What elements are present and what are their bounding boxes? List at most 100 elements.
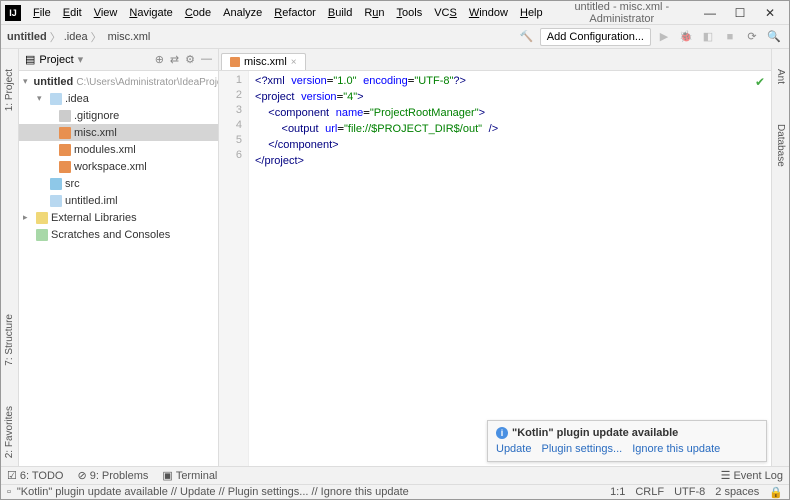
target-icon[interactable]: ⊕: [155, 53, 164, 66]
tree-scratches[interactable]: Scratches and Consoles: [19, 226, 218, 243]
status-tool-icon[interactable]: ▫: [7, 486, 11, 498]
menu-vcs[interactable]: VCS: [428, 5, 463, 21]
menu-refactor[interactable]: Refactor: [268, 5, 322, 21]
status-encoding[interactable]: UTF-8: [674, 486, 705, 499]
left-tool-strip: 1: Project 7: Structure 2: Favorites: [1, 49, 19, 466]
chevron-right-icon: 〉: [50, 29, 61, 45]
tool-favorites[interactable]: 2: Favorites: [4, 406, 15, 458]
menu-analyze[interactable]: Analyze: [217, 5, 268, 21]
expand-icon[interactable]: ⇄: [170, 53, 179, 66]
menu-build[interactable]: Build: [322, 5, 358, 21]
maximize-button[interactable]: ☐: [725, 3, 755, 23]
notification-title: "Kotlin" plugin update available: [512, 427, 678, 439]
info-icon: i: [496, 427, 508, 439]
window-title: untitled - misc.xml - Administrator: [549, 1, 695, 25]
notification-settings-link[interactable]: Plugin settings...: [541, 443, 622, 455]
app-icon: IJ: [5, 5, 21, 21]
status-eol[interactable]: CRLF: [635, 486, 664, 499]
panel-title: Project: [39, 54, 73, 66]
dropdown-icon[interactable]: ▾: [78, 53, 84, 66]
right-tool-strip: Ant Database: [771, 49, 789, 466]
tree-gitignore[interactable]: .gitignore: [19, 107, 218, 124]
tab-misc[interactable]: misc.xml ×: [221, 53, 306, 70]
tool-project[interactable]: 1: Project: [4, 69, 15, 111]
line-gutter: 123456: [219, 71, 249, 466]
editor-tabs: misc.xml ×: [219, 49, 771, 71]
problems-icon: ⊘: [77, 469, 86, 482]
close-tab-icon[interactable]: ×: [291, 57, 297, 68]
menu-help[interactable]: Help: [514, 5, 549, 21]
menu-edit[interactable]: Edit: [57, 5, 88, 21]
breadcrumb-root[interactable]: untitled: [7, 31, 47, 43]
search-icon[interactable]: 🔍: [765, 28, 783, 46]
menu-tools[interactable]: Tools: [391, 5, 429, 21]
file-icon: [59, 110, 71, 122]
code-content[interactable]: <?xml version="1.0" encoding="UTF-8"?> <…: [249, 71, 771, 466]
status-lock-icon[interactable]: 🔒: [769, 486, 783, 499]
titlebar: IJ File Edit View Navigate Code Analyze …: [1, 1, 789, 25]
code-editor[interactable]: 123456 <?xml version="1.0" encoding="UTF…: [219, 71, 771, 466]
tree-idea[interactable]: ▾.idea: [19, 90, 218, 107]
editor-area: misc.xml × 123456 <?xml version="1.0" en…: [219, 49, 771, 466]
module-icon: [50, 195, 62, 207]
stop-icon[interactable]: ■: [721, 28, 739, 46]
tool-problems[interactable]: ⊘9: Problems: [77, 469, 148, 482]
breadcrumb-file[interactable]: misc.xml: [108, 31, 151, 43]
menubar: File Edit View Navigate Code Analyze Ref…: [27, 5, 549, 21]
notification-popup: i "Kotlin" plugin update available Update…: [487, 420, 767, 462]
menu-code[interactable]: Code: [179, 5, 217, 21]
hammer-icon[interactable]: 🔨: [518, 28, 536, 46]
debug-icon[interactable]: 🐞: [677, 28, 695, 46]
tool-database[interactable]: Database: [775, 124, 786, 167]
tree-external[interactable]: ▸External Libraries: [19, 209, 218, 226]
gear-icon[interactable]: ⚙: [185, 53, 195, 66]
xml-file-icon: [59, 161, 71, 173]
statusbar: ▫ "Kotlin" plugin update available // Up…: [1, 484, 789, 499]
add-configuration-button[interactable]: Add Configuration...: [540, 28, 651, 46]
event-log-icon: ☰: [721, 469, 731, 482]
status-position[interactable]: 1:1: [610, 486, 625, 499]
tree-root[interactable]: ▾untitled C:\Users\Administrator\IdeaPro…: [19, 73, 218, 90]
xml-file-icon: [59, 144, 71, 156]
run-icon[interactable]: ▶: [655, 28, 673, 46]
tool-event-log[interactable]: ☰Event Log: [721, 469, 783, 482]
menu-navigate[interactable]: Navigate: [123, 5, 178, 21]
status-indent[interactable]: 2 spaces: [715, 486, 759, 499]
tree-modules[interactable]: modules.xml: [19, 141, 218, 158]
close-button[interactable]: ✕: [755, 3, 785, 23]
tool-structure[interactable]: 7: Structure: [4, 314, 15, 366]
menu-window[interactable]: Window: [463, 5, 514, 21]
tree-src[interactable]: src: [19, 175, 218, 192]
navbar: untitled 〉 .idea 〉 misc.xml 🔨 Add Config…: [1, 25, 789, 49]
minimize-button[interactable]: —: [695, 3, 725, 23]
library-icon: [36, 212, 48, 224]
coverage-icon[interactable]: ◧: [699, 28, 717, 46]
notification-ignore-link[interactable]: Ignore this update: [632, 443, 720, 455]
tool-terminal[interactable]: ▣Terminal: [162, 469, 217, 482]
tree-workspace[interactable]: workspace.xml: [19, 158, 218, 175]
tree-misc[interactable]: misc.xml: [19, 124, 218, 141]
folder-icon: [50, 93, 62, 105]
vcs-icon[interactable]: ⟳: [743, 28, 761, 46]
xml-file-icon: [230, 57, 240, 67]
terminal-icon: ▣: [162, 469, 172, 482]
xml-file-icon: [59, 127, 71, 139]
bottom-tool-strip: ☑6: TODO ⊘9: Problems ▣Terminal ☰Event L…: [1, 466, 789, 484]
folder-icon: [50, 178, 62, 190]
tab-label: misc.xml: [244, 56, 287, 68]
hide-icon[interactable]: —: [201, 53, 212, 66]
notification-update-link[interactable]: Update: [496, 443, 531, 455]
panel-dropdown-icon[interactable]: ▤: [25, 53, 35, 66]
tree-iml[interactable]: untitled.iml: [19, 192, 218, 209]
project-panel: ▤ Project ▾ ⊕ ⇄ ⚙ — ▾untitled C:\Users\A…: [19, 49, 219, 466]
menu-run[interactable]: Run: [358, 5, 390, 21]
menu-file[interactable]: File: [27, 5, 57, 21]
project-tree[interactable]: ▾untitled C:\Users\Administrator\IdeaPro…: [19, 71, 218, 466]
tool-todo[interactable]: ☑6: TODO: [7, 469, 63, 482]
tool-ant[interactable]: Ant: [775, 69, 786, 84]
breadcrumb-folder[interactable]: .idea: [64, 31, 88, 43]
menu-view[interactable]: View: [88, 5, 124, 21]
inspection-ok-icon[interactable]: ✔: [755, 75, 765, 89]
chevron-right-icon: 〉: [91, 29, 102, 45]
status-message: "Kotlin" plugin update available // Upda…: [17, 486, 409, 498]
